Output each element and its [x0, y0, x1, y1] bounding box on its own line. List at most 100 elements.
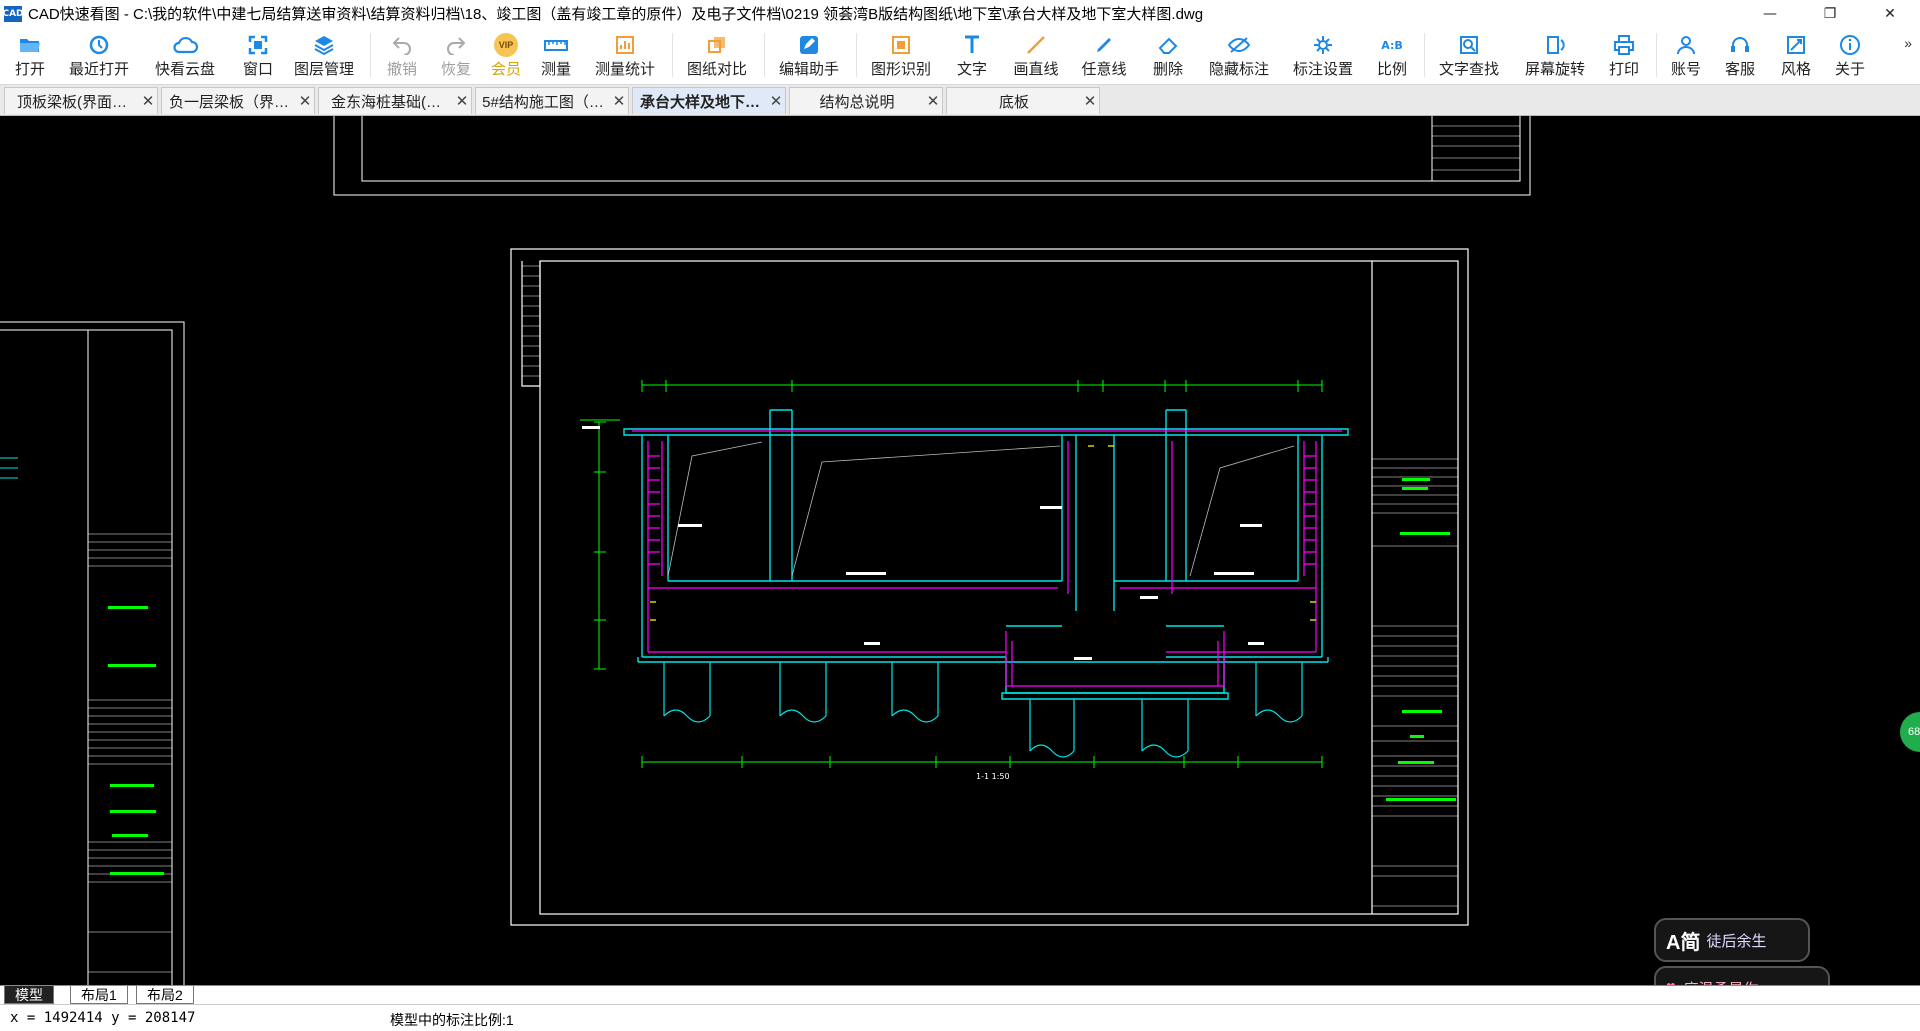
minimize-button[interactable]: — [1740, 0, 1800, 27]
customer-service-button[interactable]: 客服 [1718, 27, 1762, 84]
cad-drawing [0, 116, 1531, 985]
edit-assistant-button[interactable]: 编辑助手 [774, 27, 844, 84]
window-controls: — ❐ ✕ [1740, 0, 1920, 27]
tab-label: 结构总说明 [819, 93, 895, 111]
text-icon [957, 33, 987, 57]
edit-assistant-icon [794, 33, 824, 57]
top-sheet-frame [333, 116, 1531, 196]
toolbar-more-button[interactable]: » [1904, 35, 1912, 51]
piles [663, 662, 1303, 758]
tab-document-3[interactable]: 金东海桩基础(… ✕ [318, 87, 472, 114]
hide-annotation-button[interactable]: 隐藏标注 [1204, 27, 1274, 84]
recent-open-button[interactable]: 最近打开 [64, 27, 134, 84]
redo-icon [441, 33, 471, 57]
tab-label: 底板 [998, 93, 1029, 111]
title-bar: CAD CAD快速看图 - C:\我的软件\中建七局结算送审资料\结算资料归档\… [0, 0, 1920, 27]
undo-icon [387, 33, 417, 57]
cloud-icon [170, 33, 200, 57]
tab-close-icon[interactable]: ✕ [453, 92, 471, 110]
text-search-button[interactable]: 文字查找 [1434, 27, 1504, 84]
tab-close-icon[interactable]: ✕ [767, 92, 785, 110]
watermark-badge-1: A简 徒后余生 [1654, 918, 1810, 962]
reinforcement-bars [632, 430, 1342, 687]
restore-button[interactable]: ❐ [1800, 0, 1860, 27]
scale-icon-text: A:B [1381, 38, 1403, 52]
tab-document-1[interactable]: 顶板梁板(界面… ✕ [4, 87, 158, 114]
text-search-icon [1454, 33, 1484, 57]
tab-document-4[interactable]: 5#结构施工图（… ✕ [475, 87, 629, 114]
redo-button[interactable]: 恢复 [434, 27, 478, 84]
line-icon [1021, 33, 1051, 57]
tab-label: 承台大样及地下… [639, 93, 760, 111]
delete-button[interactable]: 删除 [1146, 27, 1190, 84]
toolbar-separator [764, 33, 765, 77]
cad-drawing-canvas[interactable]: 1-1 1:50 [0, 116, 1920, 985]
measure-button[interactable]: 测量 [534, 27, 578, 84]
tab-document-6[interactable]: 结构总说明 ✕ [789, 87, 943, 114]
tab-close-icon[interactable]: ✕ [296, 92, 314, 110]
tab-document-7[interactable]: 底板 ✕ [946, 87, 1100, 114]
tab-close-icon[interactable]: ✕ [924, 92, 942, 110]
open-button[interactable]: 打开 [8, 27, 52, 84]
layout-tab-1[interactable]: 布局1 [70, 986, 128, 1004]
tab-label: 5#结构施工图（… [482, 93, 604, 111]
measure-stats-button[interactable]: 测量统计 [590, 27, 660, 84]
cloud-drive-button[interactable]: 快看云盘 [150, 27, 220, 84]
layout-tab-2[interactable]: 布局2 [136, 986, 194, 1004]
freehand-line-button[interactable]: 任意线 [1076, 27, 1132, 84]
scale-button[interactable]: A:B 比例 [1370, 27, 1414, 84]
title-block-notes [1386, 478, 1456, 801]
account-button[interactable]: 账号 [1664, 27, 1708, 84]
vip-button[interactable]: VIP 会员 [484, 27, 528, 84]
shape-recognition-icon [886, 33, 916, 57]
tab-document-5-active[interactable]: 承台大样及地下… ✕ [632, 87, 786, 114]
history-icon [84, 33, 114, 57]
undo-button[interactable]: 撤销 [380, 27, 424, 84]
draw-line-button[interactable]: 画直线 [1008, 27, 1064, 84]
main-toolbar: 打开 最近打开 快看云盘 窗口 图层管理 撤销 恢复 VIP 会员 测量 测量统… [0, 27, 1920, 85]
vip-badge-text: VIP [494, 33, 518, 57]
section-label: 1-1 1:50 [976, 772, 1010, 781]
drawing-compare-button[interactable]: 图纸对比 [682, 27, 752, 84]
window-title: CAD快速看图 - C:\我的软件\中建七局结算送审资料\结算资料归档\18、竣… [28, 6, 1204, 23]
main-sheet-frame [510, 248, 1469, 926]
layer-manager-button[interactable]: 图层管理 [292, 27, 356, 84]
tab-label: 顶板梁板(界面… [17, 93, 127, 111]
printer-icon [1609, 33, 1639, 57]
user-icon [1671, 33, 1701, 57]
annotation-scale-status: 模型中的标注比例:1 [390, 1012, 514, 1028]
scale-icon: A:B [1377, 33, 1407, 57]
window-icon [243, 33, 273, 57]
toolbar-separator [1424, 33, 1425, 77]
tab-close-icon[interactable]: ✕ [610, 92, 628, 110]
pen-icon [1089, 33, 1119, 57]
main-sheet-title-block [522, 265, 1458, 907]
info-icon [1835, 33, 1865, 57]
text-button[interactable]: 文字 [950, 27, 994, 84]
print-button[interactable]: 打印 [1602, 27, 1646, 84]
dimension-lines [580, 380, 1323, 768]
window-button[interactable]: 窗口 [236, 27, 280, 84]
layout-tab-model[interactable]: 模型 [4, 986, 54, 1004]
ruler-icon [541, 33, 571, 57]
badge-text: 徒后余生 [1706, 932, 1767, 950]
tab-document-2[interactable]: 负一层梁板（界… ✕ [161, 87, 315, 114]
vip-icon: VIP [491, 33, 521, 57]
close-button[interactable]: ✕ [1860, 0, 1920, 27]
tab-close-icon[interactable]: ✕ [139, 92, 157, 110]
screen-rotate-button[interactable]: 屏幕旋转 [1520, 27, 1590, 84]
shape-recognition-button[interactable]: 图形识别 [866, 27, 936, 84]
left-sheet-annotations [108, 606, 164, 875]
eye-hidden-icon [1224, 33, 1254, 57]
annotation-settings-button[interactable]: 标注设置 [1288, 27, 1358, 84]
eraser-icon [1153, 33, 1183, 57]
tab-close-icon[interactable]: ✕ [1081, 92, 1099, 110]
style-button[interactable]: 风格 [1774, 27, 1818, 84]
toolbar-separator [1656, 33, 1657, 77]
compare-icon [702, 33, 732, 57]
toolbar-separator [370, 33, 371, 77]
about-button[interactable]: 关于 [1828, 27, 1872, 84]
measure-stats-icon [610, 33, 640, 57]
annotation-settings-icon [1308, 33, 1338, 57]
annotation-text-marks [582, 426, 1264, 660]
